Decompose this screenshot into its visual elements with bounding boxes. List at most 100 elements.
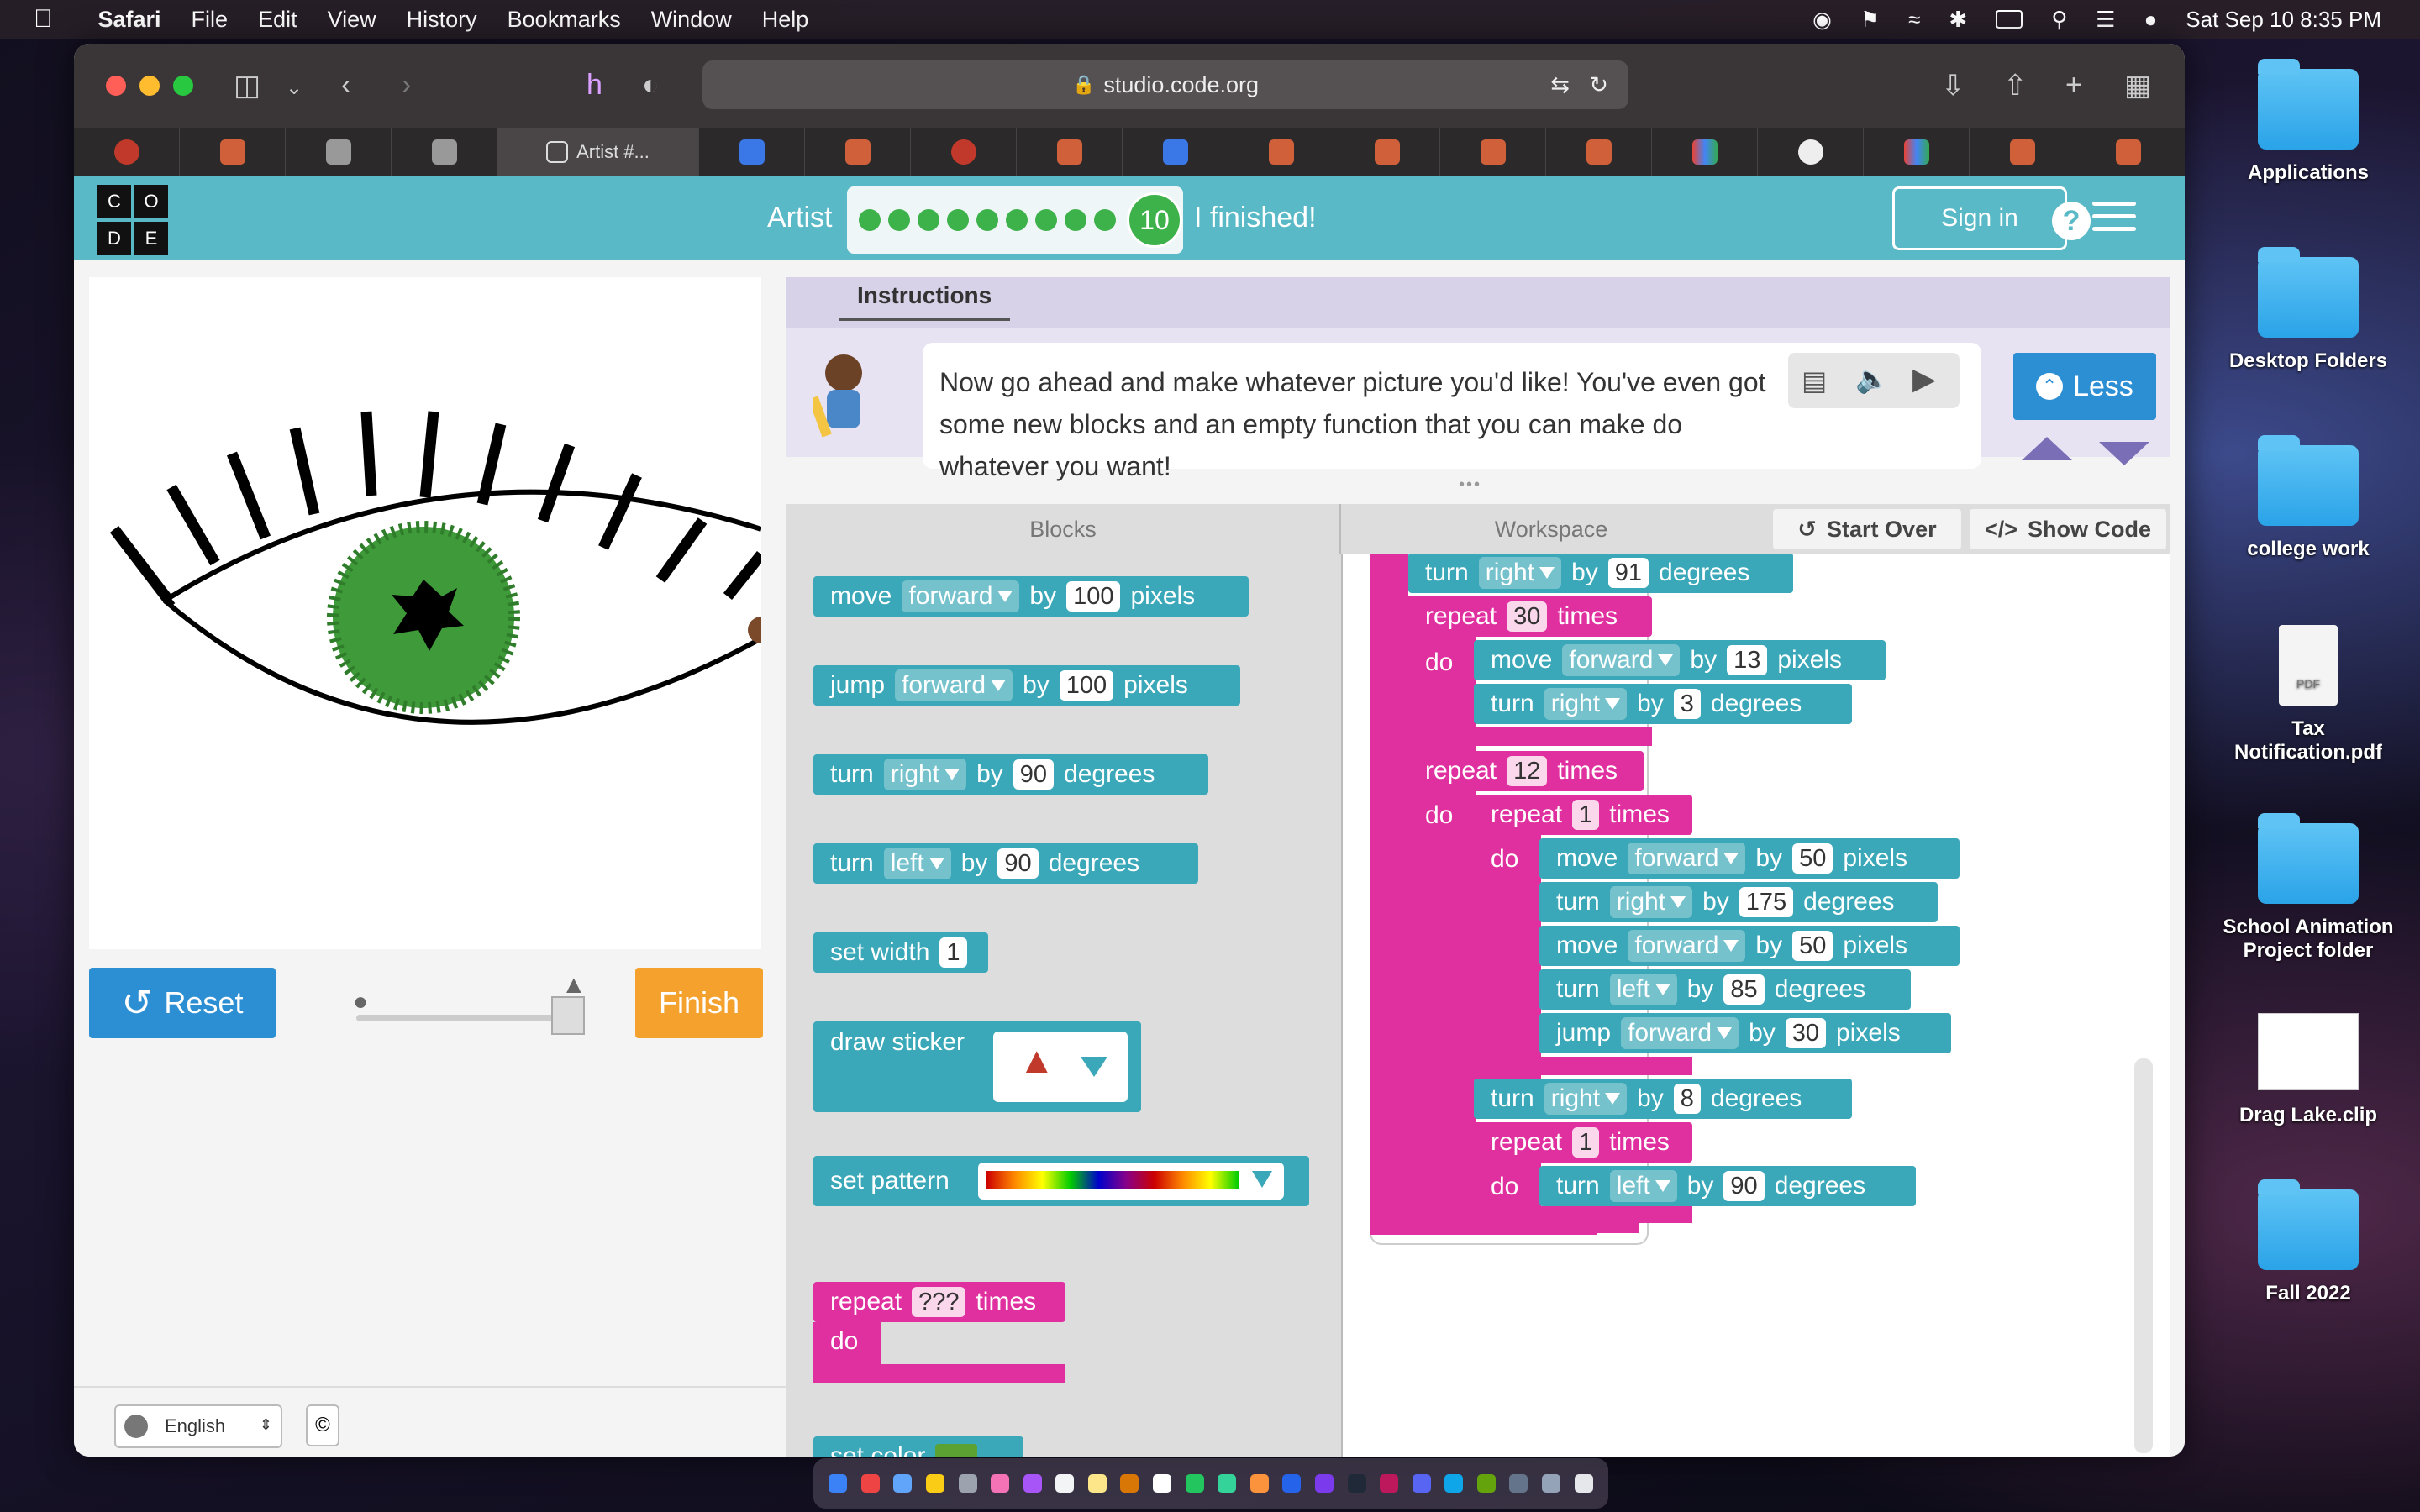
tab-drive2[interactable] <box>1864 128 1970 176</box>
zoom-window-button[interactable] <box>173 76 193 96</box>
number-field[interactable]: 1 <box>1572 1127 1600 1158</box>
direction-dropdown[interactable]: forward <box>1628 843 1746 874</box>
direction-dropdown[interactable]: forward <box>902 580 1020 612</box>
xcode-icon[interactable] <box>1282 1474 1302 1493</box>
current-level-badge[interactable]: 10 <box>1127 192 1182 248</box>
battery-icon[interactable] <box>1996 10 2023 29</box>
menu-edit[interactable]: Edit <box>258 7 297 33</box>
tab-github[interactable] <box>1758 128 1864 176</box>
menu-history[interactable]: History <box>407 7 477 33</box>
tab-invision5[interactable] <box>1334 128 1440 176</box>
sticker-dropdown[interactable]: ▲ <box>993 1032 1128 1102</box>
spotlight-search-icon[interactable]: ⚲ <box>2051 7 2067 33</box>
immersive-reader-icon[interactable]: ▤ <box>1802 365 1827 396</box>
number-field[interactable]: 100 <box>1059 670 1114 701</box>
finish-button[interactable]: Finish <box>635 968 763 1038</box>
tab-invision[interactable] <box>180 128 286 176</box>
ws-jump-30-block[interactable]: jump forward by 30 pixels <box>1539 1013 1951 1053</box>
tab-invision6[interactable] <box>1440 128 1546 176</box>
tab-invision4[interactable] <box>1228 128 1334 176</box>
desktop-icon-fall-2022[interactable]: Fall 2022 <box>2212 1179 2405 1305</box>
tab-invision3[interactable] <box>1017 128 1123 176</box>
tab-invision2[interactable] <box>805 128 911 176</box>
speed-slider-thumb[interactable] <box>551 996 585 1035</box>
calendar-icon[interactable] <box>1055 1474 1075 1493</box>
reminders-icon[interactable] <box>1153 1474 1172 1493</box>
flag-icon[interactable]: ⚑ <box>1860 7 1880 33</box>
number-field[interactable]: 90 <box>1013 759 1055 790</box>
menu-help[interactable]: Help <box>762 7 809 33</box>
number-field[interactable]: 175 <box>1739 887 1794 917</box>
less-button[interactable]: ⌃ Less <box>2013 353 2156 420</box>
number-field[interactable]: 8 <box>1673 1084 1701 1114</box>
wifi-icon[interactable]: ≈ <box>1908 7 1920 33</box>
level-dot[interactable] <box>1006 209 1028 231</box>
number-field[interactable]: 100 <box>1066 581 1121 612</box>
menu-app-name[interactable]: Safari <box>98 7 161 33</box>
toolbox-repeat-block[interactable]: repeat ??? times <box>813 1282 1065 1322</box>
desktop-icon-tax-pdf[interactable]: PDF Tax Notification.pdf <box>2212 625 2405 764</box>
ws-turn-right-block[interactable]: turn right by 91 degrees <box>1408 554 1793 593</box>
turn-dropdown[interactable]: right <box>883 759 967 790</box>
honey-extension-icon[interactable]: h <box>587 69 602 102</box>
forward-icon[interactable]: › <box>402 69 411 102</box>
number-field[interactable]: 30 <box>1507 601 1548 632</box>
number-field[interactable]: 50 <box>1792 931 1833 961</box>
level-dot[interactable] <box>888 209 910 231</box>
menu-window[interactable]: Window <box>651 7 732 33</box>
level-dot[interactable] <box>976 209 998 231</box>
pattern-dropdown[interactable] <box>978 1163 1284 1200</box>
appstore-icon[interactable] <box>1249 1474 1269 1493</box>
finder-icon[interactable] <box>829 1474 848 1493</box>
ws-repeat-1b-block[interactable]: repeat 1 times <box>1474 1122 1692 1163</box>
new-tab-icon[interactable]: + <box>2065 69 2082 102</box>
toolbox-move-block[interactable]: move forward by 100 pixels <box>813 576 1249 617</box>
indesign-icon[interactable] <box>1380 1474 1399 1493</box>
play-icon[interactable]: ▶ <box>1912 361 1936 396</box>
books-icon[interactable] <box>1120 1474 1139 1493</box>
number-field[interactable]: 85 <box>1723 974 1765 1005</box>
level-dot[interactable] <box>918 209 939 231</box>
ws-turn-right-175-block[interactable]: turn right by 175 degrees <box>1539 882 1938 922</box>
number-field[interactable]: 13 <box>1727 645 1768 675</box>
desktop-icon-school-animation[interactable]: School Animation Project folder <box>2212 813 2405 963</box>
color-swatch[interactable] <box>935 1444 978 1457</box>
podcasts-icon[interactable] <box>1023 1474 1042 1493</box>
turn-dropdown[interactable]: right <box>1544 1083 1628 1115</box>
siri-icon[interactable]: ● <box>2144 7 2158 33</box>
folder-stack-icon[interactable] <box>1542 1474 1560 1493</box>
minimize-window-button[interactable] <box>139 76 160 96</box>
tab-power2[interactable] <box>911 128 1017 176</box>
control-center-icon[interactable]: ☰ <box>2096 7 2115 33</box>
tab-overview-icon[interactable]: ▦ <box>2124 69 2151 102</box>
scroll-up-arrow[interactable] <box>2022 437 2072 460</box>
direction-dropdown[interactable]: forward <box>1621 1017 1739 1049</box>
ws-repeat-30-block[interactable]: repeat 30 times <box>1408 596 1652 637</box>
number-field[interactable]: 91 <box>1607 558 1649 588</box>
level-dot[interactable] <box>859 209 881 231</box>
desktop-icon-drag-lake[interactable]: Drag Lake.clip <box>2212 1013 2405 1127</box>
number-field[interactable]: 12 <box>1507 756 1548 786</box>
reload-icon[interactable]: ↻ <box>1589 72 1608 98</box>
number-field[interactable]: 30 <box>1785 1018 1827 1048</box>
toolbox-set-width-block[interactable]: set width 1 <box>813 932 988 973</box>
preview-icon[interactable] <box>1509 1474 1528 1493</box>
tab-invision8[interactable] <box>1970 128 2075 176</box>
clip-studio-icon[interactable] <box>1444 1474 1464 1493</box>
show-code-button[interactable]: </> Show Code <box>1970 509 2166 549</box>
i-finished-label[interactable]: I finished! <box>1194 202 1317 234</box>
tab-invision7[interactable] <box>1546 128 1652 176</box>
scroll-down-arrow[interactable] <box>2099 442 2149 465</box>
illustrator-icon[interactable] <box>1347 1474 1366 1493</box>
creative-cloud-icon[interactable]: ◉ <box>1812 7 1832 33</box>
turn-dropdown[interactable]: left <box>1609 1170 1677 1202</box>
sign-in-button[interactable]: Sign in <box>1892 186 2067 250</box>
ws-turn-right-3-block[interactable]: turn right by 3 degrees <box>1474 684 1852 724</box>
settings-icon[interactable] <box>958 1474 977 1493</box>
direction-dropdown[interactable]: forward <box>1562 644 1681 676</box>
hamburger-menu-icon[interactable] <box>2092 202 2136 235</box>
chevron-down-icon[interactable]: ⌄ <box>286 76 302 100</box>
keynote-icon[interactable] <box>1314 1474 1334 1493</box>
toolbox-set-pattern-block[interactable]: set pattern <box>813 1156 1309 1206</box>
address-bar[interactable]: 🔒 studio.code.org ⇆ ↻ <box>702 60 1628 109</box>
